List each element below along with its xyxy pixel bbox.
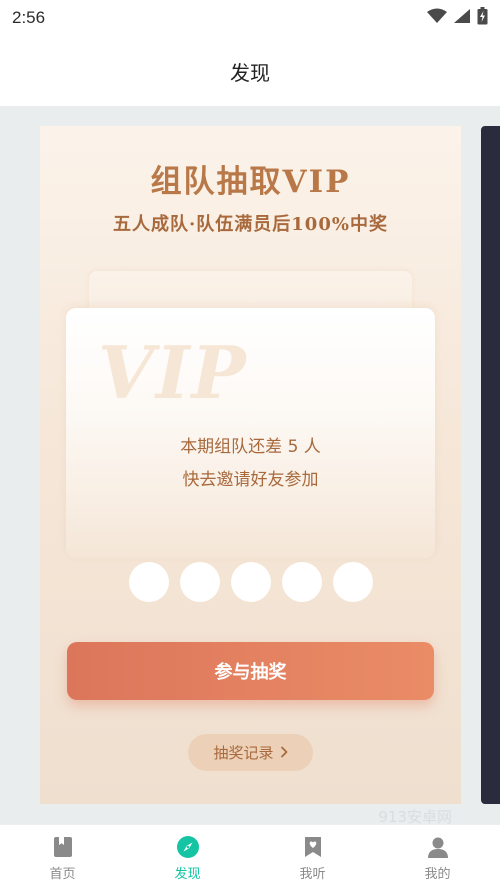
nav-item-listening[interactable]: 我听	[250, 825, 375, 889]
next-card-peek[interactable]	[481, 126, 500, 804]
card-subtitle: 五人成队·队伍满员后100%中奖	[113, 214, 388, 235]
nav-item-profile[interactable]: 我的	[375, 825, 500, 889]
chevron-right-icon	[280, 744, 288, 762]
nav-label: 首页	[49, 867, 76, 882]
nav-label: 我的	[424, 867, 451, 882]
nav-label: 我听	[299, 867, 326, 882]
page-title: 发现	[230, 60, 270, 85]
lottery-records-button[interactable]: 抽奖记录	[188, 734, 313, 771]
compass-icon	[176, 835, 200, 859]
member-slot[interactable]	[282, 562, 322, 602]
lottery-carousel[interactable]: 组队抽取VIP 五人成队·队伍满员后100%中奖 VIP 本期组队还差 5 人 …	[0, 106, 500, 824]
nav-item-discover[interactable]: 发现	[125, 825, 250, 889]
bookmark-heart-icon	[301, 835, 325, 859]
join-lottery-button[interactable]: 参与抽奖	[67, 642, 434, 700]
nav-label: 发现	[174, 867, 201, 882]
records-label: 抽奖记录	[213, 744, 274, 762]
nav-item-home[interactable]: 首页	[0, 825, 125, 889]
card-title: 组队抽取VIP	[150, 164, 351, 200]
status-bar: 2:56	[0, 0, 500, 36]
team-status-text: 本期组队还差 5 人	[180, 437, 321, 457]
status-time: 2:56	[12, 8, 46, 27]
wifi-icon	[427, 8, 447, 28]
battery-icon	[477, 7, 488, 29]
app-header: 发现	[0, 36, 500, 106]
team-panel: VIP 本期组队还差 5 人 快去邀请好友参加	[66, 308, 435, 558]
status-icons	[427, 7, 488, 29]
member-slots	[129, 562, 373, 602]
vip-watermark: VIP	[98, 330, 248, 415]
member-slot[interactable]	[129, 562, 169, 602]
bottom-nav: 首页 发现 我听 我的	[0, 824, 500, 889]
member-slot[interactable]	[333, 562, 373, 602]
person-icon	[426, 835, 450, 859]
book-icon	[51, 835, 75, 859]
team-lottery-card[interactable]: 组队抽取VIP 五人成队·队伍满员后100%中奖 VIP 本期组队还差 5 人 …	[40, 126, 461, 804]
invite-text: 快去邀请好友参加	[182, 470, 319, 490]
cellular-signal-icon	[453, 8, 471, 28]
member-slot[interactable]	[180, 562, 220, 602]
member-slot[interactable]	[231, 562, 271, 602]
